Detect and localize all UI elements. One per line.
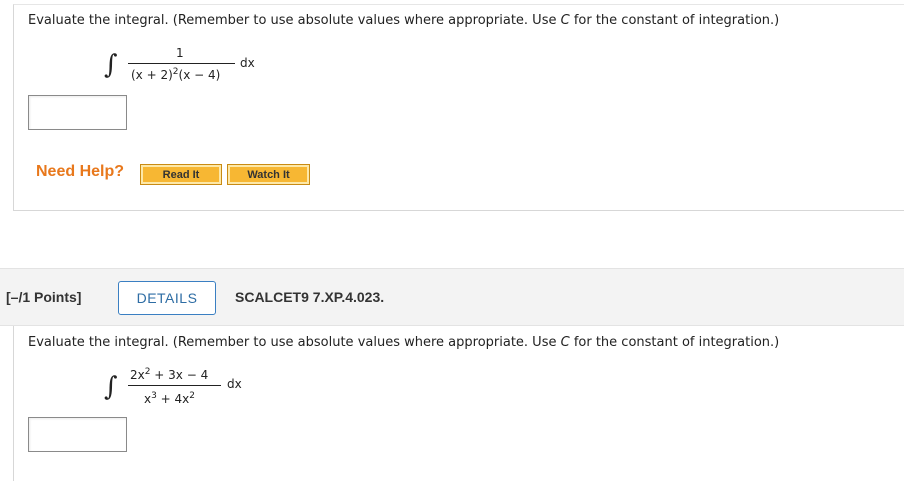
points-label: [–/1 Points] — [6, 289, 82, 305]
integral-sign: ∫ — [104, 372, 118, 402]
watch-it-button[interactable]: Watch It — [227, 164, 310, 185]
differential: dx — [227, 377, 242, 391]
numerator: 2x2 + 3x − 4 — [130, 367, 209, 383]
denominator: (x + 2)2(x − 4) — [131, 67, 221, 83]
numerator: 1 — [176, 46, 184, 60]
read-it-button[interactable]: Read It — [140, 164, 222, 185]
question-1-prompt: Evaluate the integral. (Remember to use … — [28, 13, 780, 28]
fraction-bar — [128, 385, 221, 386]
denominator: x3 + 4x2 — [144, 391, 195, 407]
differential: dx — [240, 56, 255, 70]
integral-sign: ∫ — [104, 50, 118, 80]
question-code: SCALCET9 7.XP.4.023. — [235, 289, 385, 305]
question-2-prompt: Evaluate the integral. (Remember to use … — [28, 335, 780, 350]
fraction-bar — [128, 63, 235, 64]
answer-input-2[interactable] — [28, 417, 127, 452]
answer-input-1[interactable] — [28, 95, 127, 130]
need-help-label: Need Help? — [36, 163, 125, 180]
details-button[interactable]: DETAILS — [118, 281, 216, 315]
